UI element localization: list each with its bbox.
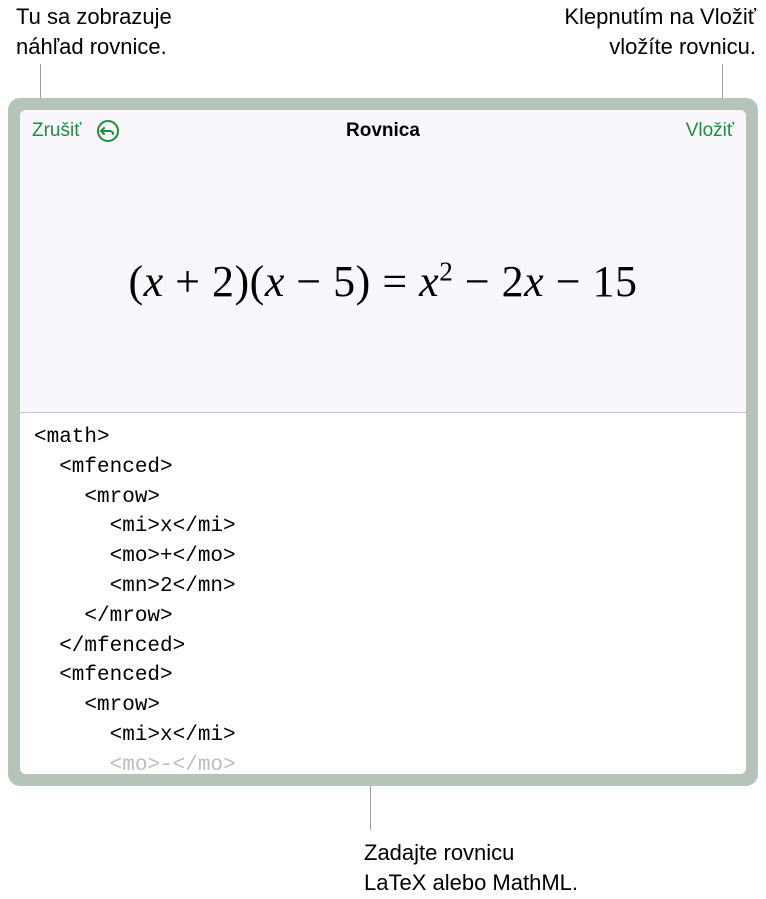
callout-line2: vložíte rovnicu. bbox=[609, 34, 756, 59]
eq-part: = bbox=[371, 257, 419, 306]
dialog-header: Zrušiť Rovnica Vložiť bbox=[20, 110, 746, 152]
eq-part: + bbox=[164, 257, 212, 306]
eq-part: )( bbox=[235, 257, 265, 306]
dialog-title: Rovnica bbox=[346, 120, 420, 142]
equation-preview: (x + 2)(x − 5) = x2 − 2x − 15 bbox=[20, 152, 746, 412]
eq-part: ( bbox=[128, 257, 143, 306]
cancel-button[interactable]: Zrušiť bbox=[32, 120, 81, 142]
callout-line1: Klepnutím na Vložiť bbox=[564, 4, 756, 29]
code-text: <math> <mfenced> <mrow> <mi>x</mi> <mo>+… bbox=[34, 423, 732, 774]
eq-part-sup: 2 bbox=[439, 257, 453, 287]
eq-part: − 2 bbox=[453, 257, 524, 306]
eq-part-var: x bbox=[524, 257, 544, 306]
callout-preview: Tu sa zobrazuje náhľad rovnice. bbox=[16, 2, 172, 61]
callout-line2: náhľad rovnice. bbox=[16, 34, 167, 59]
code-body: <math> <mfenced> <mrow> <mi>x</mi> <mo>+… bbox=[34, 426, 236, 747]
eq-part: 5 bbox=[333, 257, 356, 306]
eq-part: 2 bbox=[212, 257, 235, 306]
eq-part: ) bbox=[356, 257, 371, 306]
equation-render: (x + 2)(x − 5) = x2 − 2x − 15 bbox=[128, 256, 637, 307]
eq-part-var: x bbox=[265, 257, 285, 306]
insert-button[interactable]: Vložiť bbox=[686, 120, 734, 141]
callout-insert: Klepnutím na Vložiť vložíte rovnicu. bbox=[564, 2, 756, 61]
equation-input[interactable]: <math> <mfenced> <mrow> <mi>x</mi> <mo>+… bbox=[20, 412, 746, 774]
eq-part: − 15 bbox=[544, 257, 637, 306]
callout-input: Zadajte rovnicu LaTeX alebo MathML. bbox=[364, 838, 578, 897]
equation-dialog: Zrušiť Rovnica Vložiť (x + 2)(x − bbox=[20, 110, 746, 774]
callout-line2: LaTeX alebo MathML. bbox=[364, 870, 578, 895]
callout-line1: Tu sa zobrazuje bbox=[16, 4, 172, 29]
code-faded: <mo>-</mo> bbox=[34, 754, 236, 774]
eq-part-var: x bbox=[144, 257, 164, 306]
eq-part: − bbox=[285, 257, 333, 306]
eq-part-var: x bbox=[419, 257, 439, 306]
undo-icon bbox=[96, 119, 120, 143]
undo-button[interactable] bbox=[95, 118, 121, 144]
device-frame: Zrušiť Rovnica Vložiť (x + 2)(x − bbox=[8, 98, 758, 786]
callout-line1: Zadajte rovnicu bbox=[364, 840, 514, 865]
